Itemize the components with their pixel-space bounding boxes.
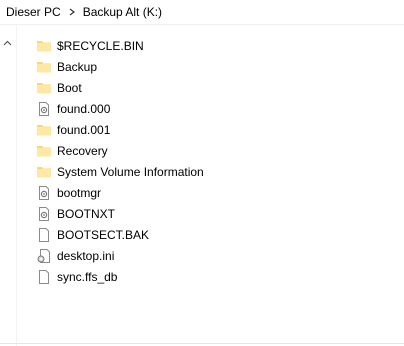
file-item[interactable]: System Volume Information [36,161,396,182]
file-name: desktop.ini [57,248,115,263]
file-item[interactable]: Backup [36,56,396,77]
status-divider [0,343,404,344]
file-item[interactable]: found.001 [36,119,396,140]
file-item[interactable]: desktop.ini [36,245,396,266]
folder-icon [36,122,52,138]
file-name: found.001 [57,122,111,137]
navigation-pane [0,25,15,346]
folder-icon [36,59,52,75]
breadcrumb-drive[interactable]: Backup Alt (K:) [79,0,166,24]
folder-icon [36,80,52,96]
file-item[interactable]: BOOTSECT.BAK [36,224,396,245]
file-item[interactable]: BOOTNXT [36,203,396,224]
system-file-icon [36,206,52,222]
file-name: sync.ffs_db [57,269,118,284]
file-item[interactable]: found.000 [36,98,396,119]
file-item[interactable]: Boot [36,77,396,98]
file-icon [36,227,52,243]
system-file-icon [36,185,52,201]
file-name: BOOTNXT [57,206,116,221]
file-name: Backup [57,59,98,74]
file-item[interactable]: bootmgr [36,182,396,203]
chevron-right-icon[interactable] [65,8,79,16]
pane-divider[interactable] [16,25,17,346]
folder-icon [36,164,52,180]
system-file-icon [36,101,52,117]
file-icon [36,269,52,285]
file-list: $RECYCLE.BIN Backup Boot found.000 found.001… [36,35,396,287]
file-item[interactable]: sync.ffs_db [36,266,396,287]
file-item[interactable]: $RECYCLE.BIN [36,35,396,56]
settings-file-icon [36,248,52,264]
file-name: Boot [57,80,82,95]
file-name: bootmgr [57,185,102,200]
folder-icon [36,143,52,159]
file-name: System Volume Information [57,164,204,179]
file-item[interactable]: Recovery [36,140,396,161]
breadcrumb: Dieser PC Backup Alt (K:) [0,0,404,25]
file-name: BOOTSECT.BAK [57,227,150,242]
file-name: $RECYCLE.BIN [57,38,144,53]
folder-icon [36,38,52,54]
file-name: found.000 [57,101,111,116]
scroll-up-icon[interactable] [3,35,12,49]
file-name: Recovery [57,143,108,158]
breadcrumb-this-pc[interactable]: Dieser PC [0,0,65,24]
